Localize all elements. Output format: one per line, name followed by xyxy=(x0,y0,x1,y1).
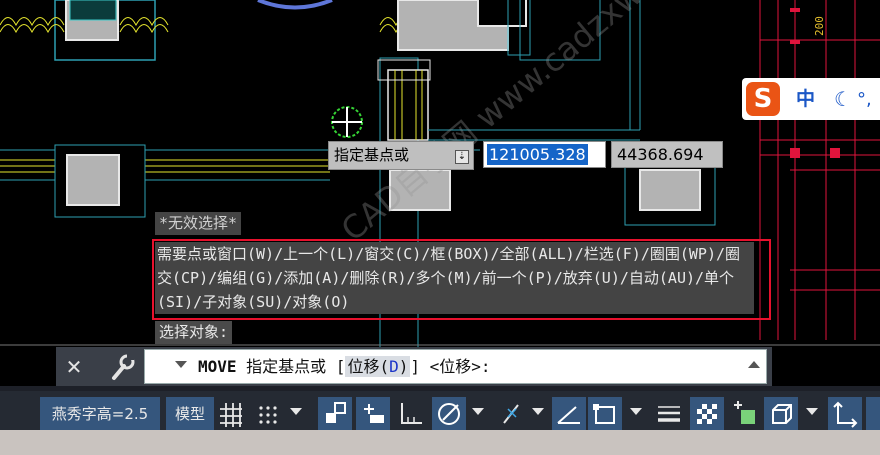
x-coordinate-input[interactable]: 121005.328 xyxy=(483,141,606,168)
infer-constraints-icon[interactable] xyxy=(318,397,352,431)
3d-object-snap-icon[interactable] xyxy=(764,397,798,431)
select-objects-prompt: 选择对象: xyxy=(155,321,233,344)
option-displacement-close: ) xyxy=(398,357,409,376)
tracking-dropdown-icon[interactable] xyxy=(532,408,544,415)
dynamic-ucs-icon[interactable] xyxy=(828,397,862,431)
command-prompt-after: ] <位移>: xyxy=(410,357,491,376)
ortho-icon[interactable] xyxy=(394,397,428,431)
command-history-up-icon[interactable] xyxy=(748,361,760,368)
ime-mode-toggle[interactable]: 中 xyxy=(796,84,815,114)
polar-dropdown-icon[interactable] xyxy=(472,408,484,415)
x-coordinate-value: 121005.328 xyxy=(487,144,588,165)
model-space-button[interactable]: 模型 xyxy=(166,397,214,431)
option-displacement[interactable]: 位移(D) xyxy=(345,356,411,377)
snap-icon[interactable] xyxy=(255,400,281,432)
snap-dropdown-icon[interactable] xyxy=(290,408,302,415)
option-displacement-label: 位移( xyxy=(347,357,390,376)
3d-snap-dropdown-icon[interactable] xyxy=(806,408,818,415)
dynamic-input-prompt: 指定基点或 xyxy=(328,141,474,170)
transparency-icon[interactable] xyxy=(690,397,724,431)
highlight-box xyxy=(152,239,771,320)
ime-logo-icon[interactable]: S xyxy=(746,82,780,116)
dynamic-input-icon[interactable] xyxy=(356,397,390,431)
grid-icon[interactable] xyxy=(218,400,244,432)
recent-commands-dropdown-icon[interactable] xyxy=(175,361,187,368)
ime-punctuation-toggle[interactable]: °, xyxy=(857,85,872,115)
command-name: MOVE xyxy=(198,357,237,376)
object-snap-tracking-icon[interactable] xyxy=(494,397,528,431)
option-displacement-key: D xyxy=(389,357,399,376)
text-height-button[interactable]: 燕秀字高=2.5 xyxy=(40,397,160,431)
object-snap-icon[interactable] xyxy=(588,397,622,431)
command-prompt-before: 指定基点或 [ xyxy=(236,357,346,376)
object-snap-dropdown-icon[interactable] xyxy=(630,408,642,415)
command-prompt: MOVE 指定基点或 [位移(D)] <位移>: xyxy=(198,349,491,384)
close-icon[interactable]: ✕ xyxy=(62,352,86,382)
red-dim-label: 200 xyxy=(813,16,826,36)
invalid-selection-text: *无效选择* xyxy=(155,212,242,235)
isometric-drafting-icon[interactable] xyxy=(552,397,586,431)
annotation-icon[interactable] xyxy=(866,397,880,431)
selection-cycling-icon[interactable] xyxy=(728,397,762,431)
polar-tracking-icon[interactable] xyxy=(432,397,466,431)
wrench-icon[interactable] xyxy=(110,352,136,382)
options-down-arrow-icon[interactable]: ⇣ xyxy=(455,150,469,164)
lineweight-icon[interactable] xyxy=(652,397,686,431)
y-coordinate-input[interactable]: 44368.694 xyxy=(611,141,723,168)
status-bar-divider xyxy=(0,386,880,391)
desktop-background xyxy=(0,430,880,455)
moon-icon[interactable]: ☾ xyxy=(834,87,854,111)
